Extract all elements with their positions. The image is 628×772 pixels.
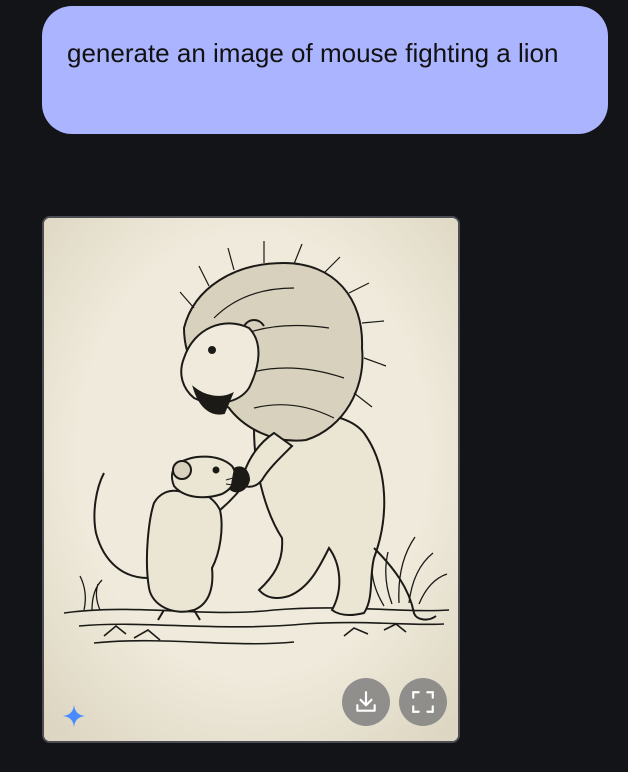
download-button[interactable] [342,678,390,726]
sparkle-icon [63,705,85,727]
fullscreen-icon [412,691,434,713]
generated-image-card[interactable] [42,216,460,743]
fullscreen-button[interactable] [399,678,447,726]
download-icon [356,691,376,712]
generated-image[interactable] [44,218,460,743]
user-message-text: generate an image of mouse fighting a li… [67,38,559,68]
user-message-bubble: generate an image of mouse fighting a li… [42,6,608,134]
